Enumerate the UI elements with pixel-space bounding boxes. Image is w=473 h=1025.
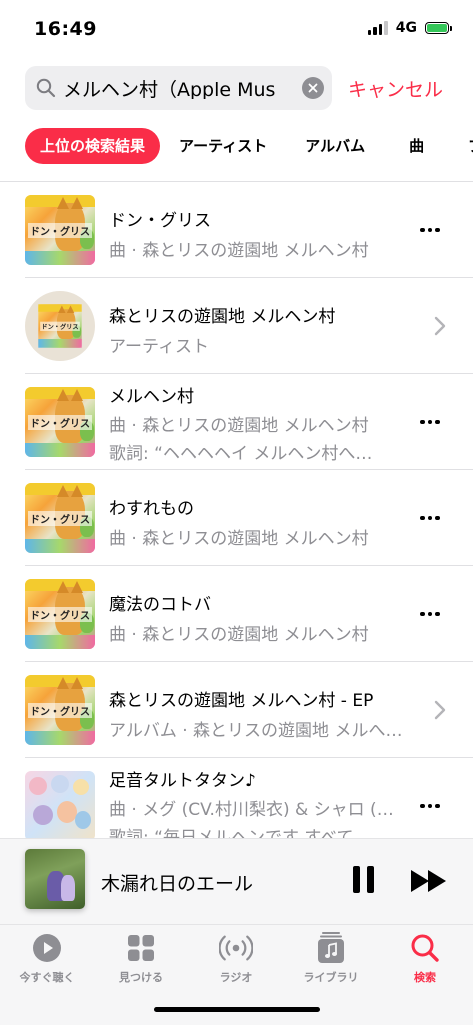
tab-browse[interactable]: 見つける xyxy=(101,931,181,985)
result-title: メルヘン村 xyxy=(109,387,194,407)
artist-avatar: ドン・グリス xyxy=(25,291,95,361)
home-indicator[interactable] xyxy=(154,1007,320,1012)
search-scope-tabs: 上位の検索結果 アーティスト アルバム 曲 プ xyxy=(25,127,473,165)
tab-artists[interactable]: アーティスト xyxy=(164,128,282,164)
tab-label: 今すぐ聴く xyxy=(19,971,75,984)
network-type: 4G xyxy=(395,20,417,36)
result-row[interactable]: ドン・グリス メルヘン村 曲 · 森とリスの遊園地 メルヘン村 歌詞: “ヘヘヘ… xyxy=(0,374,473,470)
tab-label: 見つける xyxy=(119,971,163,984)
chevron-right-icon xyxy=(434,316,446,336)
cellular-signal-icon xyxy=(367,21,388,35)
status-indicators: 4G xyxy=(367,20,452,36)
chevron-right-icon xyxy=(434,700,446,720)
search-row: キャンセル xyxy=(25,66,453,110)
result-subtitle: 曲 · 森とリスの遊園地 メルヘン村 xyxy=(109,241,369,261)
album-artwork: ドン・グリス xyxy=(25,195,95,265)
more-icon[interactable] xyxy=(419,507,441,529)
result-row[interactable]: ドン・グリス 森とリスの遊園地 メルヘン村 - EP アルバム · 森とリスの遊… xyxy=(0,662,473,758)
album-artwork xyxy=(25,771,95,841)
result-row[interactable]: ドン・グリス わすれもの 曲 · 森とリスの遊園地 メルヘン村 xyxy=(0,470,473,566)
now-playing-artwork xyxy=(25,849,85,909)
tab-label: ラジオ xyxy=(219,971,253,984)
tab-radio[interactable]: ラジオ xyxy=(196,931,276,985)
tab-albums[interactable]: アルバム xyxy=(290,128,380,164)
result-subtitle: アーティスト xyxy=(109,337,209,357)
tab-search[interactable]: 検索 xyxy=(385,931,465,985)
result-title: 足音タルトタタン♪ xyxy=(109,771,256,791)
fast-forward-icon[interactable] xyxy=(410,869,448,893)
album-artwork: ドン・グリス xyxy=(25,675,95,745)
result-subtitle: 曲 · 森とリスの遊園地 メルヘン村 xyxy=(109,625,369,645)
grid-icon xyxy=(124,931,158,965)
more-icon[interactable] xyxy=(419,219,441,241)
tab-label: 検索 xyxy=(414,971,436,984)
result-title: 魔法のコトバ xyxy=(109,595,211,615)
mini-player[interactable]: 木漏れ日のエール xyxy=(0,838,473,925)
result-title: ドン・グリス xyxy=(109,211,211,231)
result-subtitle: 曲 · 森とリスの遊園地 メルヘン村 xyxy=(109,529,369,549)
clear-search-icon[interactable] xyxy=(302,77,324,99)
album-artwork: ドン・グリス xyxy=(25,579,95,649)
pause-icon[interactable] xyxy=(353,866,375,893)
tab-top-results[interactable]: 上位の検索結果 xyxy=(25,128,161,164)
tab-songs[interactable]: 曲 xyxy=(394,128,439,164)
more-icon[interactable] xyxy=(419,603,441,625)
result-row[interactable]: ドン・グリス 森とリスの遊園地 メルヘン村 アーティスト xyxy=(0,278,473,374)
result-row[interactable]: ドン・グリス 魔法のコトバ 曲 · 森とリスの遊園地 メルヘン村 xyxy=(0,566,473,662)
tab-label: ライブラリ xyxy=(303,971,359,984)
play-circle-icon xyxy=(30,931,64,965)
tab-listen-now[interactable]: 今すぐ聴く xyxy=(7,931,87,985)
result-subtitle: 曲 · 森とリスの遊園地 メルヘン村 xyxy=(109,416,369,436)
result-lyrics: 歌詞: “ヘヘヘヘイ メルヘン村へ… xyxy=(109,444,373,464)
result-subtitle: 曲 · メグ (CV.村川梨衣) & シャロ (… xyxy=(109,800,394,820)
result-title: わすれもの xyxy=(109,499,194,519)
search-icon xyxy=(408,931,442,965)
search-input[interactable] xyxy=(63,77,293,99)
tab-playlists[interactable]: プ xyxy=(453,128,473,164)
cancel-button[interactable]: キャンセル xyxy=(348,75,443,102)
more-icon[interactable] xyxy=(419,411,441,433)
result-title: 森とリスの遊園地 メルヘン村 xyxy=(109,307,336,327)
result-subtitle: アルバム · 森とリスの遊園地 メルへ… xyxy=(109,721,403,741)
library-icon xyxy=(314,931,348,965)
status-bar: 16:49 4G xyxy=(0,0,473,56)
tab-library[interactable]: ライブラリ xyxy=(291,931,371,985)
status-time: 16:49 xyxy=(34,18,97,40)
now-playing-title: 木漏れ日のエール xyxy=(101,873,254,895)
result-title: 森とリスの遊園地 メルヘン村 - EP xyxy=(109,691,374,711)
search-icon xyxy=(35,77,57,99)
results-list: ドン・グリス ドン・グリス 曲 · 森とリスの遊園地 メルヘン村 ドン・グリス … xyxy=(0,181,473,854)
album-artwork: ドン・グリス xyxy=(25,483,95,553)
battery-charging-icon xyxy=(425,22,452,34)
more-icon[interactable] xyxy=(419,795,441,817)
radio-icon xyxy=(219,931,253,965)
album-artwork: ドン・グリス xyxy=(25,387,95,457)
result-row[interactable]: ドン・グリス ドン・グリス 曲 · 森とリスの遊園地 メルヘン村 xyxy=(0,181,473,278)
search-field[interactable] xyxy=(25,66,332,110)
